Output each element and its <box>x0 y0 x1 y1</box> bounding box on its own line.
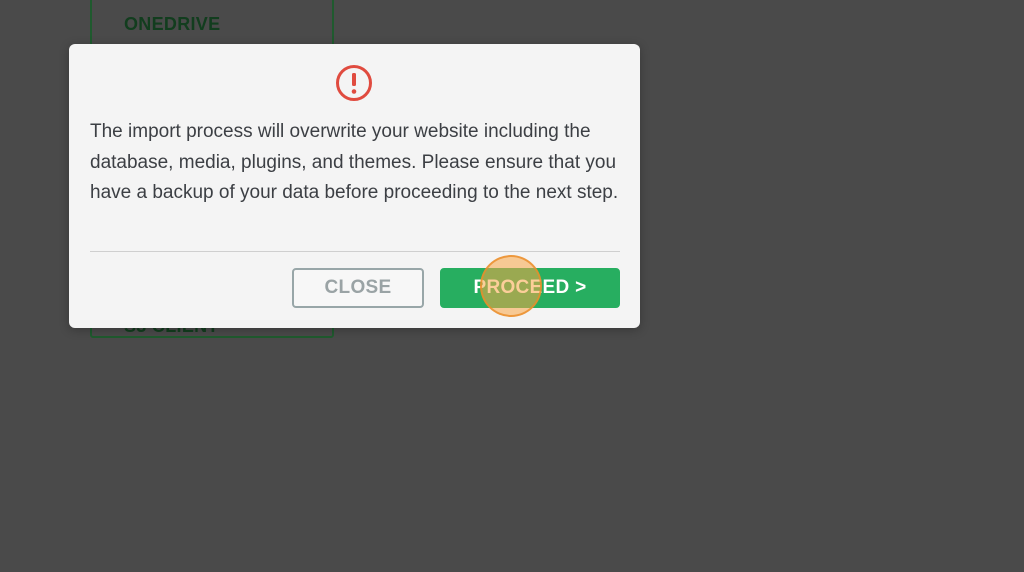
close-button[interactable]: CLOSE <box>292 268 424 308</box>
warning-exclamation-icon <box>336 65 372 101</box>
dialog-message: The import process will overwrite your w… <box>90 121 619 203</box>
background-item-onedrive[interactable]: ONEDRIVE <box>124 14 220 35</box>
dialog-divider <box>90 251 620 252</box>
proceed-button[interactable]: PROCEED > <box>440 268 620 308</box>
import-warning-dialog: The import process will overwrite your w… <box>69 44 640 328</box>
